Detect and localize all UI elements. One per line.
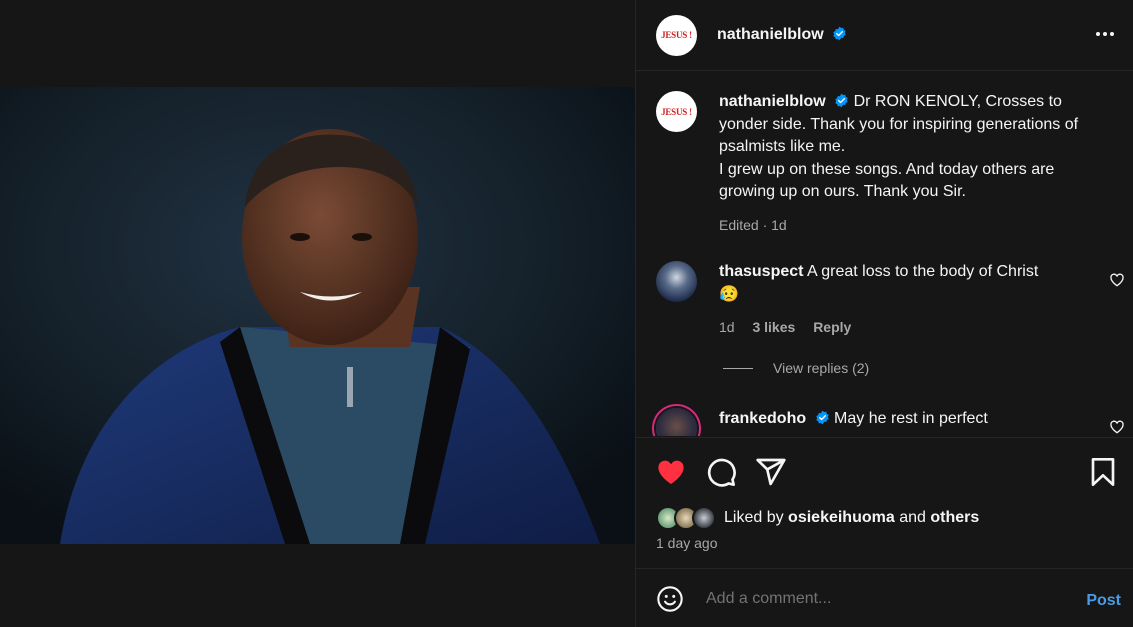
- comment-heart-icon[interactable]: [1109, 419, 1125, 435]
- post-photo[interactable]: [0, 87, 635, 544]
- comment-time: 1d: [719, 319, 735, 335]
- bookmark-icon[interactable]: [1087, 456, 1119, 488]
- author-avatar[interactable]: JESUS !: [656, 14, 697, 56]
- comments-list[interactable]: JESUS ! nathanielblow Dr RON KENOLY, Cro…: [636, 72, 1133, 436]
- comment-likes[interactable]: 3 likes: [752, 319, 795, 335]
- liked-by: Liked by osiekeihuoma and others: [656, 506, 979, 530]
- more-icon: [1096, 32, 1100, 36]
- author-username[interactable]: nathanielblow: [717, 26, 847, 44]
- comment-text: May he rest in perfect: [834, 410, 988, 427]
- caption-username[interactable]: nathanielblow: [719, 93, 826, 110]
- comment-emoji: 😥: [719, 285, 739, 303]
- liker-avatar: [692, 506, 716, 530]
- comment-username[interactable]: thasuspect: [719, 263, 803, 280]
- media-pane: [0, 0, 635, 627]
- comment-heart-icon[interactable]: [1109, 272, 1125, 288]
- commenter-avatar[interactable]: [656, 408, 697, 436]
- post-header: JESUS ! nathanielblow: [636, 0, 1133, 71]
- emoji-icon[interactable]: [656, 585, 684, 613]
- view-replies-button[interactable]: View replies (2): [723, 360, 869, 376]
- comment-meta: 1d 3 likes Reply: [719, 316, 1093, 339]
- portrait-image: [0, 87, 635, 544]
- liked-by-user[interactable]: osiekeihuoma: [788, 509, 895, 527]
- view-replies-label[interactable]: View replies (2): [773, 360, 869, 376]
- share-icon[interactable]: [755, 456, 787, 488]
- post-actions: Liked by osiekeihuoma and others 1 day a…: [636, 437, 1133, 569]
- more-options-button[interactable]: [1093, 22, 1117, 46]
- commenter-avatar[interactable]: [656, 261, 697, 302]
- caption-meta: Edited · 1d: [719, 216, 787, 233]
- author-username-text[interactable]: nathanielblow: [717, 26, 824, 43]
- comment-composer: Post: [636, 570, 1133, 627]
- more-icon: [1110, 32, 1114, 36]
- comment-username[interactable]: frankedoho: [719, 410, 806, 427]
- verified-icon: [835, 93, 848, 108]
- liked-by-others[interactable]: others: [930, 509, 979, 527]
- post-sidebar: JESUS ! nathanielblow JESUS ! nathanielb…: [635, 0, 1133, 627]
- liker-avatars[interactable]: [656, 506, 720, 530]
- liked-by-and: and: [899, 509, 926, 526]
- verified-icon: [815, 410, 829, 425]
- comment-input[interactable]: [706, 589, 1066, 608]
- liked-by-prefix: Liked by: [724, 509, 784, 526]
- caption-text-line-2: I grew up on these songs. And today othe…: [719, 160, 1055, 201]
- replies-line: [723, 367, 753, 369]
- more-icon: [1103, 32, 1107, 36]
- reply-button[interactable]: Reply: [813, 319, 851, 335]
- post-comment-button[interactable]: Post: [1086, 592, 1121, 610]
- heart-icon[interactable]: [655, 456, 687, 488]
- avatar-logo-text: JESUS !: [661, 106, 692, 117]
- comment-text: A great loss to the body of Christ: [807, 263, 1039, 280]
- caption-avatar[interactable]: JESUS !: [656, 91, 697, 132]
- post-timestamp[interactable]: 1 day ago: [656, 535, 718, 551]
- verified-icon: [833, 26, 846, 41]
- avatar-logo-text: JESUS !: [661, 30, 692, 40]
- comment-icon[interactable]: [705, 456, 737, 488]
